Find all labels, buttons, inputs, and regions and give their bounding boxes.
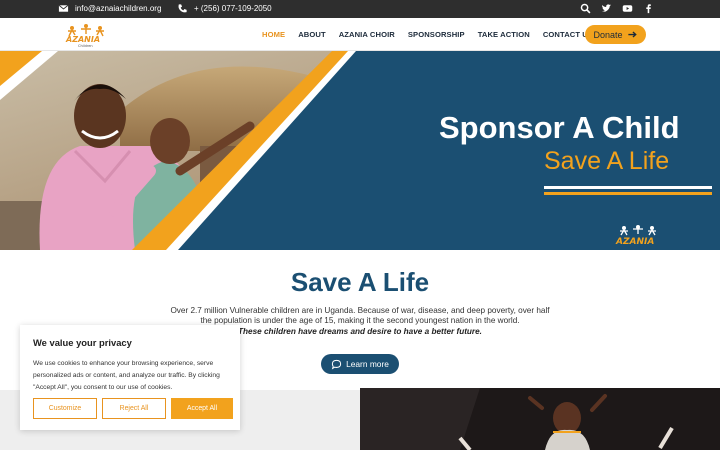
hero-divider-orange (544, 192, 712, 195)
hero-divider-white (544, 186, 712, 189)
search-icon[interactable] (580, 3, 591, 14)
section-paragraph: Over 2.7 million Vulnerable children are… (170, 306, 550, 326)
svg-text:AZANIA: AZANIA (65, 35, 100, 44)
email-contact[interactable]: info@aznaiachildren.org (58, 3, 161, 14)
phone-text: + (256) 077-109-2050 (194, 4, 272, 13)
donate-button[interactable]: Donate (585, 25, 646, 44)
hero-banner: Sponsor A Child Save A Life AZANIA (0, 51, 720, 250)
lower-right-photo (360, 388, 720, 450)
nav-item-sponsorship[interactable]: SPONSORSHIP (408, 30, 465, 39)
svg-text:Children: Children (78, 44, 93, 48)
youtube-icon[interactable] (622, 3, 633, 14)
phone-contact[interactable]: + (256) 077-109-2050 (177, 3, 272, 14)
nav-item-take-action[interactable]: TAKE ACTION (478, 30, 530, 39)
section-title: Save A Life (290, 267, 430, 297)
page: info@aznaiachildren.org + (256) 077-109-… (0, 0, 720, 450)
reject-all-button[interactable]: Reject All (102, 398, 166, 419)
customize-button[interactable]: Customize (33, 398, 97, 419)
hero-title: Sponsor A Child (439, 110, 680, 145)
email-text: info@aznaiachildren.org (75, 4, 162, 13)
donate-label: Donate (593, 29, 623, 40)
learn-more-label: Learn more (346, 359, 389, 369)
facebook-icon[interactable] (643, 3, 654, 14)
accept-all-button[interactable]: Accept All (171, 398, 233, 419)
arrow-right-icon (627, 29, 638, 40)
hero-logo-text: AZANIA (615, 237, 654, 247)
twitter-icon[interactable] (601, 3, 612, 14)
nav-item-about[interactable]: ABOUT (298, 30, 326, 39)
main-nav: AZANIA Children HOME ABOUT AZANIA CHOIR … (0, 18, 720, 51)
envelope-icon (58, 3, 69, 14)
cookie-title: We value your privacy (33, 337, 132, 348)
nav-item-home[interactable]: HOME (262, 30, 285, 39)
top-bar: info@aznaiachildren.org + (256) 077-109-… (0, 0, 720, 18)
phone-icon (177, 3, 188, 14)
hero-logo: AZANIA (612, 223, 664, 249)
cookie-text: We use cookies to enhance your browsing … (33, 360, 220, 391)
learn-more-button[interactable]: Learn more (321, 354, 399, 374)
cookie-buttons: Customize Reject All Accept All (33, 398, 233, 419)
hero-subtitle: Save A Life (544, 147, 670, 175)
social-links (580, 3, 654, 14)
nav-item-azania-choir[interactable]: AZANIA CHOIR (339, 30, 395, 39)
chat-icon (331, 359, 342, 370)
nav-menu: HOME ABOUT AZANIA CHOIR SPONSORSHIP TAKE… (262, 30, 606, 39)
site-logo[interactable]: AZANIA Children (64, 22, 108, 48)
cookie-banner: We value your privacy We use cookies to … (20, 325, 240, 430)
